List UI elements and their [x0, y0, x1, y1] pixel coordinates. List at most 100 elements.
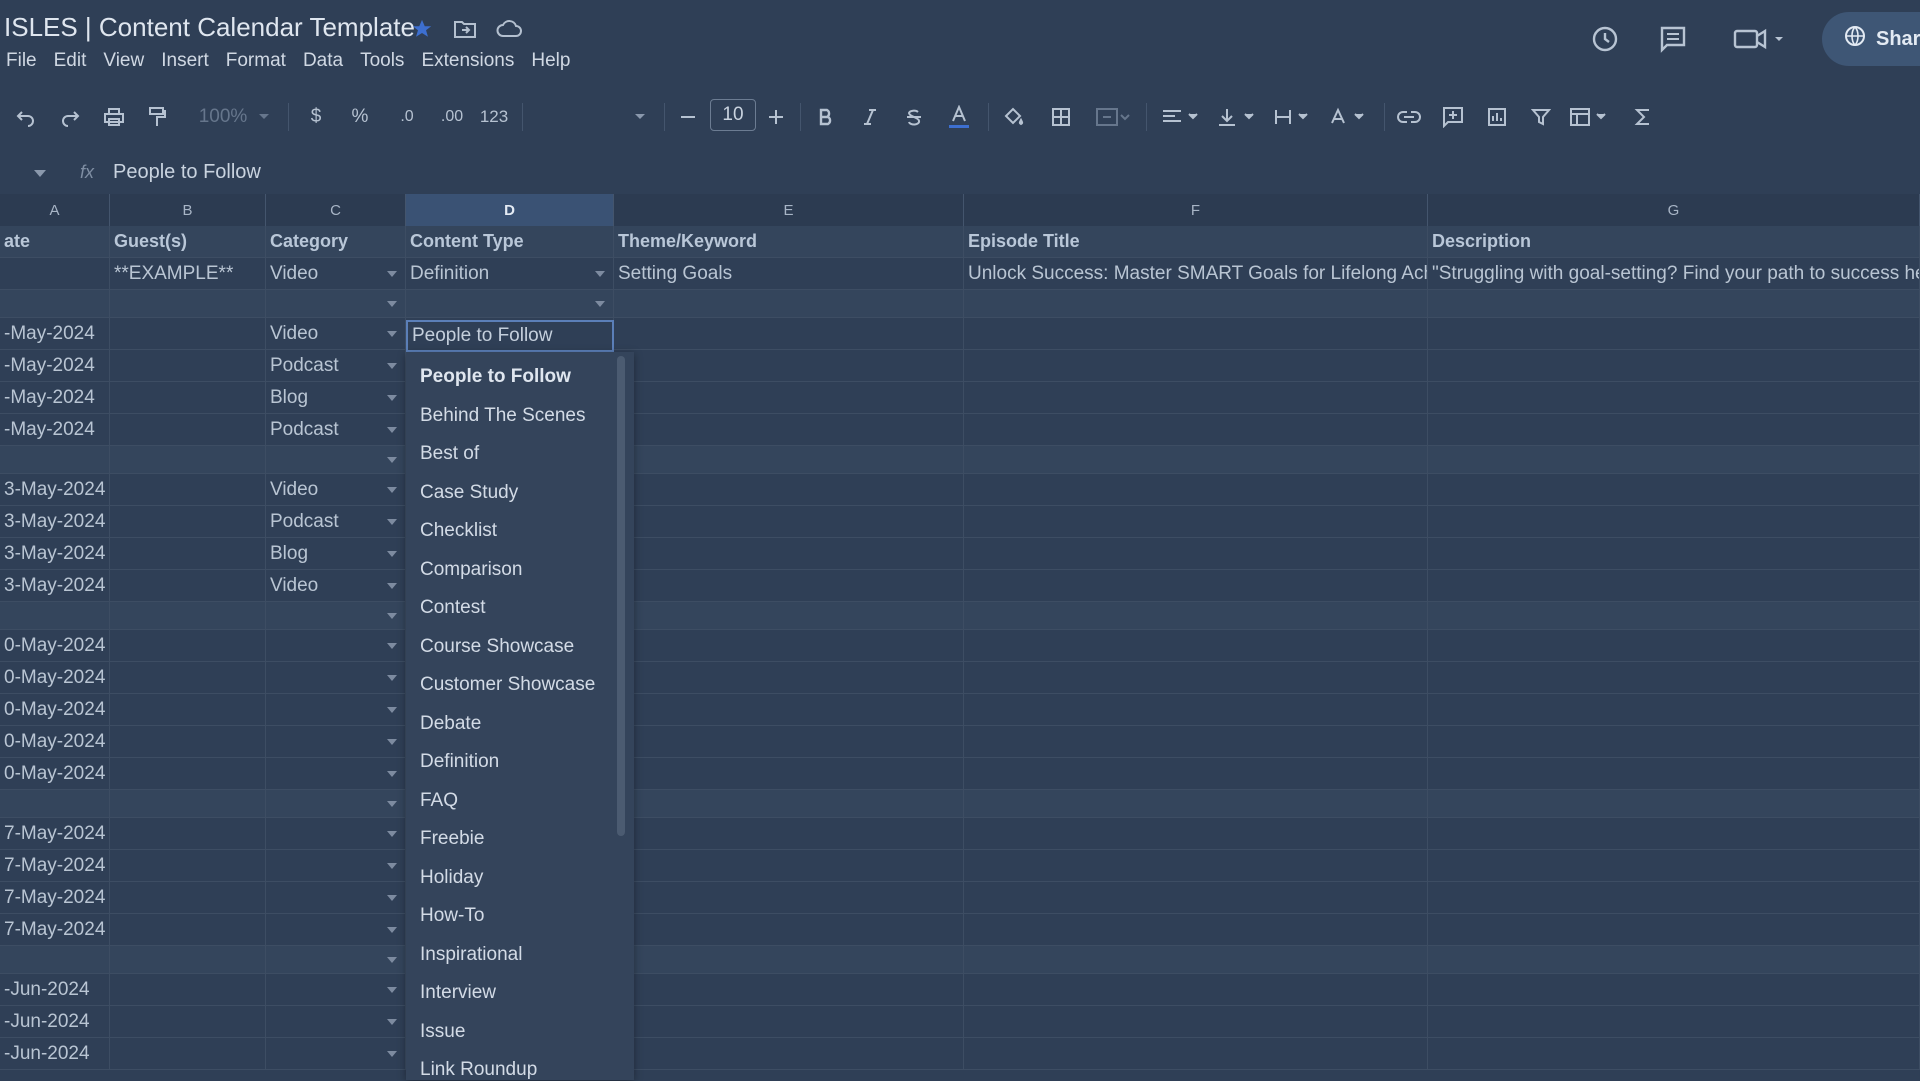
- description-cell[interactable]: [1428, 318, 1920, 349]
- guests-cell[interactable]: [110, 1038, 266, 1069]
- category-cell[interactable]: Video: [266, 318, 406, 349]
- chevron-down-icon[interactable]: [256, 100, 272, 134]
- insert-comment-icon[interactable]: [1438, 100, 1468, 134]
- dropdown-arrow-icon[interactable]: [387, 739, 397, 745]
- theme-cell[interactable]: [614, 318, 964, 349]
- date-cell[interactable]: -Jun-2024: [0, 1038, 110, 1069]
- category-cell[interactable]: [266, 630, 406, 661]
- meet-icon[interactable]: [1730, 22, 1790, 56]
- category-cell[interactable]: [266, 694, 406, 725]
- guests-cell[interactable]: **EXAMPLE**: [110, 258, 266, 289]
- description-cell[interactable]: [1428, 446, 1920, 473]
- dropdown-arrow-icon[interactable]: [387, 519, 397, 525]
- date-cell[interactable]: -May-2024: [0, 382, 110, 413]
- dropdown-arrow-icon[interactable]: [387, 831, 397, 837]
- theme-cell[interactable]: [614, 474, 964, 505]
- episode-title-cell[interactable]: [964, 726, 1428, 757]
- date-cell[interactable]: 0-May-2024: [0, 694, 110, 725]
- theme-cell[interactable]: [614, 446, 964, 473]
- guests-cell[interactable]: [110, 290, 266, 317]
- description-cell[interactable]: [1428, 882, 1920, 913]
- category-cell[interactable]: Podcast: [266, 506, 406, 537]
- episode-title-cell[interactable]: [964, 850, 1428, 881]
- description-cell[interactable]: [1428, 694, 1920, 725]
- description-cell[interactable]: [1428, 538, 1920, 569]
- episode-title-cell[interactable]: [964, 538, 1428, 569]
- category-cell[interactable]: Video: [266, 258, 406, 289]
- dropdown-option[interactable]: Comparison: [420, 559, 522, 581]
- date-cell[interactable]: -Jun-2024: [0, 1006, 110, 1037]
- theme-cell[interactable]: [614, 914, 964, 945]
- column-header-b[interactable]: B: [110, 194, 266, 226]
- episode-title-cell[interactable]: [964, 758, 1428, 789]
- guests-cell[interactable]: [110, 474, 266, 505]
- guests-cell[interactable]: [110, 382, 266, 413]
- guests-cell[interactable]: [110, 758, 266, 789]
- selected-cell[interactable]: People to Follow: [406, 320, 614, 352]
- category-cell[interactable]: [266, 758, 406, 789]
- theme-cell[interactable]: [614, 538, 964, 569]
- theme-cell[interactable]: [614, 290, 964, 317]
- date-cell[interactable]: [0, 446, 110, 473]
- episode-title-cell[interactable]: [964, 290, 1428, 317]
- theme-cell[interactable]: [614, 694, 964, 725]
- column-header-g[interactable]: G: [1428, 194, 1920, 226]
- insert-link-icon[interactable]: [1394, 100, 1424, 134]
- date-cell[interactable]: 7-May-2024: [0, 850, 110, 881]
- date-cell[interactable]: [0, 790, 110, 817]
- dropdown-option[interactable]: FAQ: [420, 790, 458, 812]
- date-cell[interactable]: 3-May-2024: [0, 538, 110, 569]
- episode-title-cell[interactable]: [964, 382, 1428, 413]
- description-cell[interactable]: [1428, 726, 1920, 757]
- category-cell[interactable]: [266, 446, 406, 473]
- date-cell[interactable]: [0, 602, 110, 629]
- date-cell[interactable]: -May-2024: [0, 350, 110, 381]
- text-rotation-icon[interactable]: [1326, 100, 1372, 134]
- formula-input[interactable]: People to Follow: [113, 161, 261, 184]
- episode-title-cell[interactable]: [964, 882, 1428, 913]
- vertical-align-icon[interactable]: [1214, 100, 1260, 134]
- date-cell[interactable]: 7-May-2024: [0, 818, 110, 849]
- dropdown-arrow-icon[interactable]: [387, 771, 397, 777]
- guests-cell[interactable]: [110, 882, 266, 913]
- theme-cell[interactable]: [614, 602, 964, 629]
- menu-file[interactable]: File: [0, 48, 48, 76]
- dropdown-option[interactable]: Course Showcase: [420, 636, 574, 658]
- column-header-f[interactable]: F: [964, 194, 1428, 226]
- description-cell[interactable]: [1428, 1006, 1920, 1037]
- dropdown-arrow-icon[interactable]: [387, 863, 397, 869]
- content-type-cell[interactable]: [406, 290, 614, 317]
- theme-cell[interactable]: [614, 506, 964, 537]
- fill-color-icon[interactable]: [998, 100, 1028, 134]
- column-header-d[interactable]: D: [406, 194, 614, 226]
- description-cell[interactable]: "Struggling with goal-setting? Find your…: [1428, 258, 1920, 289]
- category-cell[interactable]: [266, 1006, 406, 1037]
- dropdown-option[interactable]: Link Roundup: [420, 1059, 537, 1081]
- version-history-icon[interactable]: [1588, 22, 1622, 56]
- dropdown-arrow-icon[interactable]: [387, 487, 397, 493]
- header-episode-title[interactable]: Episode Title: [964, 226, 1428, 257]
- guests-cell[interactable]: [110, 446, 266, 473]
- description-cell[interactable]: [1428, 350, 1920, 381]
- menu-data[interactable]: Data: [297, 48, 354, 76]
- guests-cell[interactable]: [110, 726, 266, 757]
- guests-cell[interactable]: [110, 974, 266, 1005]
- insert-chart-icon[interactable]: [1482, 100, 1512, 134]
- theme-cell[interactable]: [614, 662, 964, 693]
- dropdown-option[interactable]: Holiday: [420, 867, 483, 889]
- category-cell[interactable]: [266, 662, 406, 693]
- category-cell[interactable]: Podcast: [266, 414, 406, 445]
- dropdown-arrow-icon[interactable]: [387, 987, 397, 993]
- filter-views-icon[interactable]: [1566, 100, 1612, 134]
- share-button[interactable]: Shar: [1822, 12, 1920, 66]
- column-header-e[interactable]: E: [614, 194, 964, 226]
- dropdown-arrow-icon[interactable]: [387, 957, 397, 963]
- theme-cell[interactable]: [614, 850, 964, 881]
- description-cell[interactable]: [1428, 758, 1920, 789]
- description-cell[interactable]: [1428, 382, 1920, 413]
- strikethrough-icon[interactable]: [902, 100, 926, 134]
- episode-title-cell[interactable]: [964, 446, 1428, 473]
- date-cell[interactable]: -Jun-2024: [0, 974, 110, 1005]
- description-cell[interactable]: [1428, 414, 1920, 445]
- episode-title-cell[interactable]: [964, 818, 1428, 849]
